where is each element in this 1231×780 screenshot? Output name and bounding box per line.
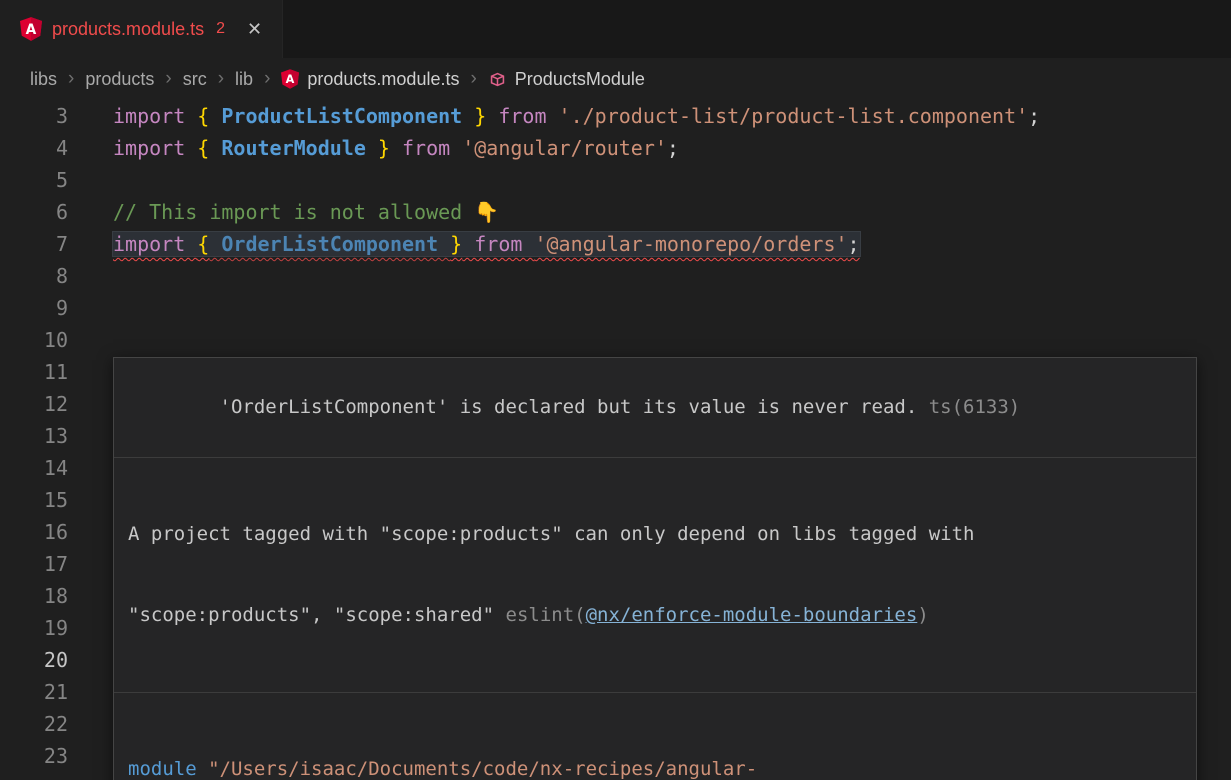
chevron-right-icon: › xyxy=(218,68,224,90)
breadcrumb-file[interactable]: A products.module.ts xyxy=(281,69,459,90)
hover-ts-diagnostic: 'OrderListComponent' is declared but its… xyxy=(114,358,1196,458)
code-text xyxy=(113,164,1231,196)
line-number: 7 xyxy=(0,228,68,260)
code-text: // This import is not allowed 👇 xyxy=(113,196,1231,228)
svg-text:A: A xyxy=(286,73,295,86)
editor-tab[interactable]: A products.module.ts 2 ✕ xyxy=(0,0,283,58)
line-number: 3 xyxy=(0,100,68,132)
vscode-window: A products.module.ts 2 ✕ libs › products › s… xyxy=(0,0,1231,780)
code-text: import { RouterModule } from '@angular/r… xyxy=(113,132,1231,164)
chevron-right-icon: › xyxy=(264,68,270,90)
line-number: 8 xyxy=(0,260,68,292)
hover-popup: 'OrderListComponent' is declared but its… xyxy=(113,357,1197,780)
breadcrumb-item[interactable]: lib xyxy=(235,69,253,90)
code-line[interactable]: 6 // This import is not allowed 👇 xyxy=(0,196,1231,228)
close-icon[interactable]: ✕ xyxy=(247,19,262,40)
tab-title: products.module.ts xyxy=(52,19,204,40)
code-line[interactable]: 5 xyxy=(0,164,1231,196)
breadcrumb-item[interactable]: src xyxy=(183,69,207,90)
line-number: 15 xyxy=(0,484,68,516)
module-info-line1: module "/Users/isaac/Documents/code/nx-r… xyxy=(128,756,1182,780)
svg-text:A: A xyxy=(26,22,37,38)
code-text xyxy=(113,260,1231,292)
code-line[interactable]: 3 import { ProductListComponent } from '.… xyxy=(0,100,1231,132)
eslint-rule-link[interactable]: @nx/enforce-module-boundaries xyxy=(586,604,918,626)
line-number: 12 xyxy=(0,388,68,420)
code-text: import { ProductListComponent } from './… xyxy=(113,100,1231,132)
error-squiggle-region: import { OrderListComponent } from '@ang… xyxy=(113,232,860,256)
line-number: 5 xyxy=(0,164,68,196)
code-line[interactable]: 10 xyxy=(0,324,1231,356)
ts-diagnostic-message: 'OrderListComponent' is declared but its… xyxy=(220,396,918,418)
code-line[interactable]: 9 xyxy=(0,292,1231,324)
line-number: 19 xyxy=(0,612,68,644)
angular-icon: A xyxy=(281,69,299,89)
line-number: 23 xyxy=(0,740,68,772)
line-number: 11 xyxy=(0,356,68,388)
code-text: import { OrderListComponent } from '@ang… xyxy=(113,228,1231,260)
code-line[interactable]: 7 import { OrderListComponent } from '@an… xyxy=(0,228,1231,260)
line-number: 10 xyxy=(0,324,68,356)
line-number: 4 xyxy=(0,132,68,164)
chevron-right-icon: › xyxy=(68,68,74,90)
code-text xyxy=(113,324,1231,356)
breadcrumb-symbol-label: ProductsModule xyxy=(515,69,645,90)
tab-problem-count-badge: 2 xyxy=(216,20,225,38)
code-text xyxy=(113,292,1231,324)
breadcrumb-item[interactable]: products xyxy=(85,69,154,90)
eslint-message-line2: "scope:products", "scope:shared" eslint(… xyxy=(128,602,1182,629)
chevron-right-icon: › xyxy=(470,68,476,90)
chevron-right-icon: › xyxy=(165,68,171,90)
breadcrumb-path: libs › products › src › lib › xyxy=(30,68,281,90)
line-number: 14 xyxy=(0,452,68,484)
breadcrumb-symbol[interactable]: ProductsModule xyxy=(488,69,645,90)
hover-eslint-diagnostic: A project tagged with "scope:products" c… xyxy=(114,458,1196,693)
breadcrumb-item[interactable]: libs xyxy=(30,69,57,90)
code-line[interactable]: 8 xyxy=(0,260,1231,292)
line-number: 16 xyxy=(0,516,68,548)
line-number: 17 xyxy=(0,548,68,580)
line-number: 18 xyxy=(0,580,68,612)
line-number: 13 xyxy=(0,420,68,452)
angular-icon: A xyxy=(20,17,42,41)
breadcrumb: libs › products › src › lib › A products.module… xyxy=(0,58,1231,100)
line-number: 6 xyxy=(0,196,68,228)
code-editor[interactable]: 3 import { ProductListComponent } from '.… xyxy=(0,100,1231,772)
code-line[interactable]: 4 import { RouterModule } from '@angular/… xyxy=(0,132,1231,164)
breadcrumb-file-label: products.module.ts xyxy=(307,69,459,90)
eslint-message-line1: A project tagged with "scope:products" c… xyxy=(128,521,1182,548)
ts-diagnostic-code: ts(6133) xyxy=(917,396,1020,418)
line-number: 22 xyxy=(0,708,68,740)
line-number: 20 xyxy=(0,644,68,676)
tab-bar: A products.module.ts 2 ✕ xyxy=(0,0,1231,58)
class-symbol-icon xyxy=(488,70,507,89)
hover-module-info: module "/Users/isaac/Documents/code/nx-r… xyxy=(114,693,1196,780)
line-number: 9 xyxy=(0,292,68,324)
line-number: 21 xyxy=(0,676,68,708)
